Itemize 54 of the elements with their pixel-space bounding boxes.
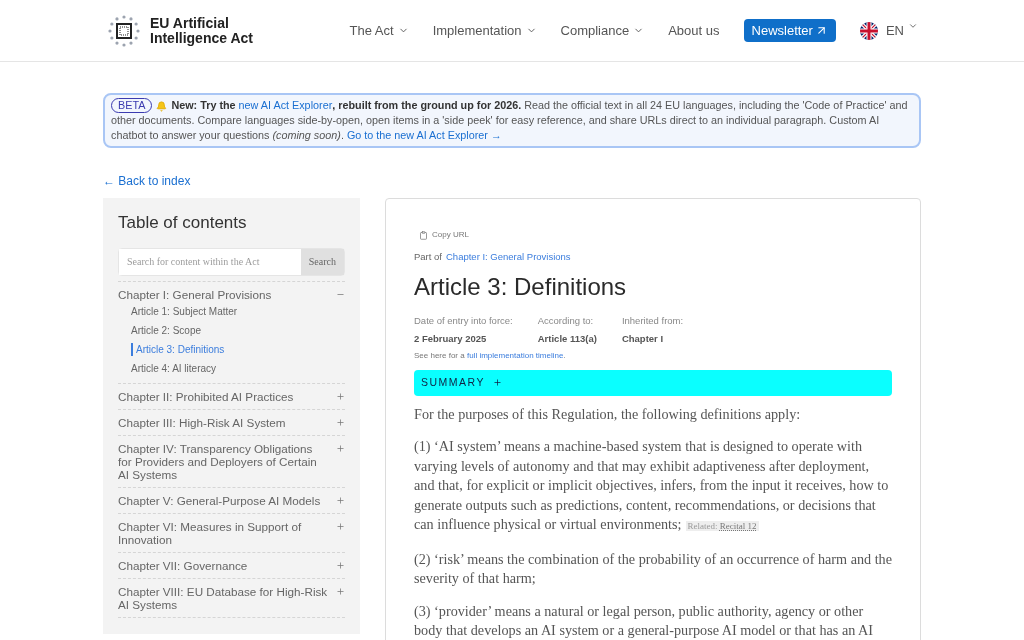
explorer-link[interactable]: Go to the new AI Act Explorer →	[346, 129, 502, 141]
timeline-note: See here for a full implementation timeline.	[414, 349, 567, 362]
expand-icon[interactable]	[336, 443, 345, 453]
site-title[interactable]: EU Artificial Intelligence Act	[150, 15, 280, 46]
meta-label: Date of entry into force:	[414, 314, 513, 329]
meta-value: 2 February 2025	[414, 331, 488, 346]
expand-icon[interactable]	[336, 417, 345, 427]
definition-paragraph: (2) ‘risk’ means the combination of the probability of an occurrence of harm and the severity of that harm;	[414, 549, 892, 589]
meta-value: Chapter I	[621, 331, 665, 346]
nav-link[interactable]: Compliance	[560, 20, 645, 41]
toc-title: Table of contents	[118, 212, 248, 234]
chapter-link[interactable]: Chapter V: General-Purpose AI Models	[118, 493, 321, 507]
expand-icon[interactable]	[336, 391, 345, 401]
definition-paragraph: For the purposes of this Regulation, the following definitions apply:	[414, 404, 802, 424]
expand-icon[interactable]	[336, 586, 345, 596]
part-of-label: Part of	[414, 250, 442, 264]
expand-icon[interactable]	[336, 560, 345, 570]
chapter-link[interactable]: Chapter VIII: EU Database for High-Risk AI Systems	[118, 584, 328, 611]
chapter-link[interactable]: Chapter VI: Measures in Support of Innovation	[118, 519, 328, 546]
expand-icon[interactable]	[336, 521, 345, 531]
nav-link[interactable]: Implementation	[432, 20, 537, 41]
bell-icon	[156, 100, 168, 112]
article-link[interactable]: Article 3: Definitions	[131, 342, 225, 356]
search-button[interactable]: Search	[300, 248, 344, 275]
chapter-link[interactable]: Chapter VII: Governance	[118, 558, 248, 572]
search-field[interactable]: Search for content within the Act Search	[118, 247, 345, 276]
meta-label: Inherited from:	[621, 314, 684, 329]
expand-icon[interactable]	[336, 495, 345, 505]
meta-label: According to:	[537, 314, 595, 329]
article-link[interactable]: Article 2: Scope	[131, 323, 202, 337]
clipboard-icon	[419, 230, 428, 240]
copy-url-button[interactable]: Copy URL	[419, 229, 469, 241]
announcement-text: BETA New: Try the new AI Act Explorer, rebuilt from the ground up for 2026. Read the official text in all 24 EU languages, including the 'Code of Practice' and other documents. Compare languages side-by-open, open items in a 'side peek' for easy reference, and share URLs direct to an individual paragraph. Custom AI chatbot to answer your questions (coming soon). Go to the new AI Act Explorer →	[111, 98, 909, 143]
chapter-link[interactable]: Chapter I: General Provisions	[118, 287, 272, 301]
article-title: Article 3: Definitions	[414, 272, 628, 303]
flag-icon[interactable]	[859, 21, 878, 40]
related-tag: Related: Recital 12	[685, 521, 759, 532]
recital-link[interactable]: Recital 12	[719, 521, 757, 532]
back-link[interactable]: ← Back to index	[103, 172, 191, 190]
nav-link[interactable]: The Act	[349, 20, 409, 41]
meta-value: Article 113(a)	[537, 331, 597, 346]
chapter-link[interactable]: Chapter II: Prohibited AI Practices	[118, 389, 294, 403]
article-link[interactable]: Article 4: AI literacy	[131, 361, 217, 375]
language-button[interactable]: EN	[885, 20, 918, 41]
chapter-link[interactable]: Chapter IV: Transparency Obligations for Providers and Deployers of Certain AI Systems	[118, 441, 328, 481]
definition-paragraph: (1) ‘AI system’ means a machine-based system that is designed to operate with varying levels of autonomy and that may exhibit adaptiveness after deployment, and that, for explicit or implicit objectives, infers, from the input it receives, how to generate outputs such as predictions, content, recommendations, or decisions that can influence physical or virtual environments; Related: Recital 12	[414, 437, 890, 535]
chapter-link[interactable]: Chapter III: High-Risk AI System	[118, 415, 286, 429]
summary-toggle[interactable]: SUMMARY	[414, 369, 892, 396]
chapter-link[interactable]: Chapter I: General Provisions	[446, 250, 571, 265]
newsletter-button[interactable]: Newsletter	[743, 18, 836, 43]
explorer-link[interactable]: new AI Act Explorer	[238, 99, 333, 111]
definition-paragraph: (3) ‘provider’ means a natural or legal person, public authority, agency or other body that develops an AI system or a general-purpose AI model or that has an AI	[414, 601, 874, 640]
article-link[interactable]: Article 1: Subject Matter	[131, 304, 238, 318]
nav-link[interactable]: About us	[668, 20, 720, 41]
